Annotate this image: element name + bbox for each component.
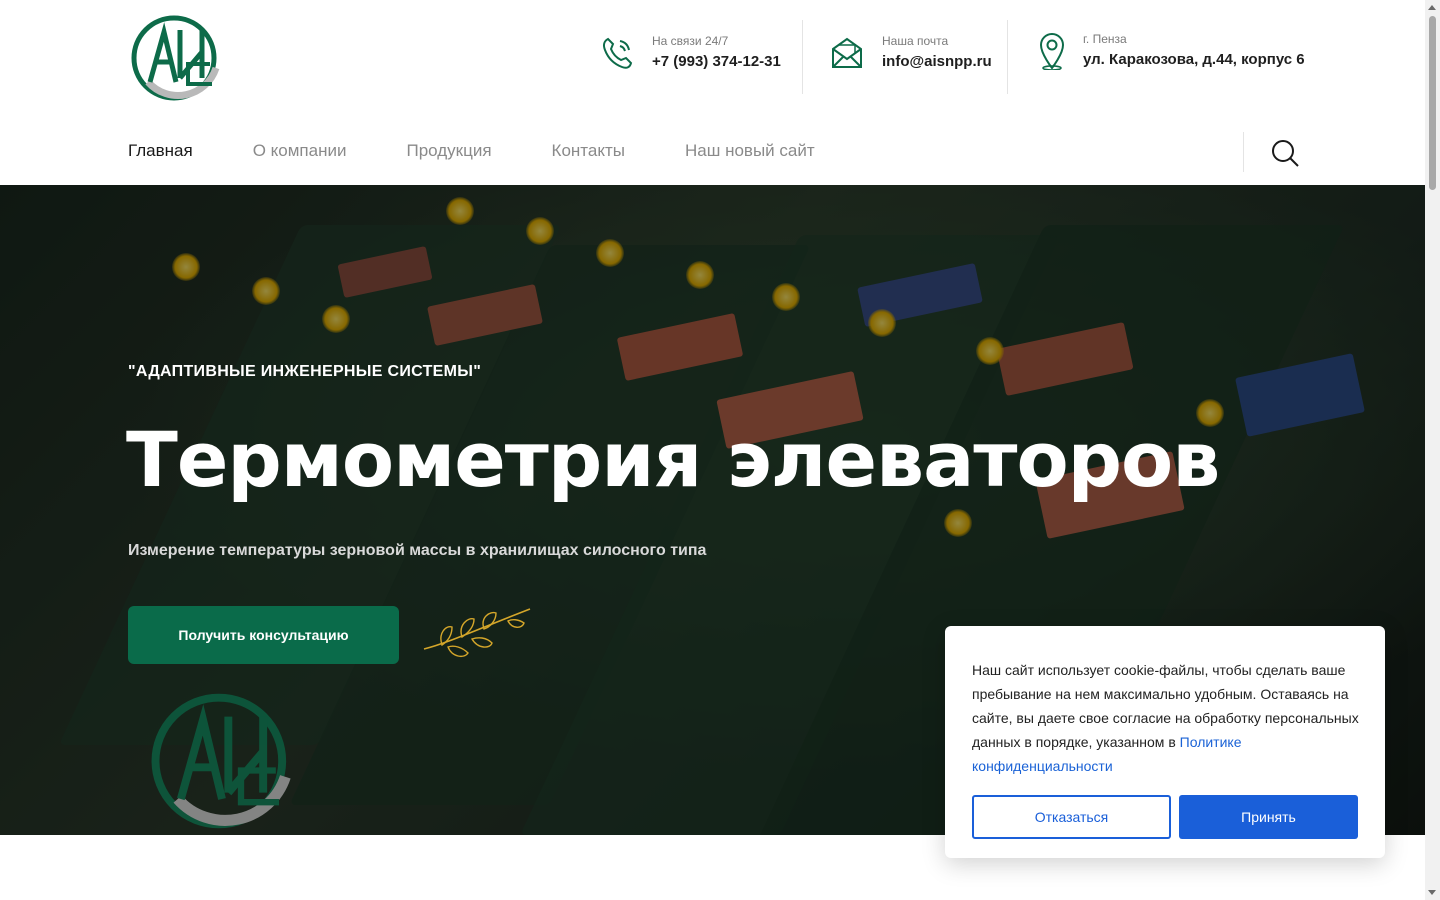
hero-subtitle: "АДАПТИВНЫЕ ИНЖЕНЕРНЫЕ СИСТЕМЫ" [128,363,482,380]
hero-description: Измерение температуры зерновой массы в х… [128,542,707,559]
page-scrollbar[interactable] [1425,0,1440,900]
phone-number[interactable]: +7 (993) 374-12-31 [652,52,781,72]
phone-icon [600,34,634,72]
nav-item-about[interactable]: О компании [253,140,347,162]
site-header: На связи 24/7 +7 (993) 374-12-31 Наша по… [0,0,1425,185]
hero-title: Термометрия элеваторов [126,415,1220,504]
scroll-down-icon[interactable] [1428,890,1436,895]
scrollbar-thumb[interactable] [1429,16,1436,190]
email-label: Наша почта [882,34,949,48]
city-label: г. Пенза [1083,32,1127,46]
phone-label: На связи 24/7 [652,34,729,48]
company-logo[interactable] [128,12,224,104]
divider [1007,20,1008,94]
email-contact[interactable]: Наша почта info@aisnpp.ru [830,34,992,72]
cookie-consent-banner: Наш сайт использует cookie-файлы, чтобы … [945,626,1385,858]
hero-watermark-logo [151,693,291,829]
phone-contact[interactable]: На связи 24/7 +7 (993) 374-12-31 [600,34,781,72]
nav-item-contacts[interactable]: Контакты [552,140,625,162]
street-address: ул. Каракозова, д.44, корпус 6 [1083,51,1305,68]
nav-item-home[interactable]: Главная [128,140,193,162]
decline-button[interactable]: Отказаться [972,795,1171,839]
main-nav: Главная О компании Продукция Контакты На… [128,140,875,162]
get-consultation-button[interactable]: Получить консультацию [128,606,399,664]
leaf-branch-icon [423,608,531,658]
location-pin-icon [1035,32,1069,70]
cookie-text: Наш сайт использует cookie-файлы, чтобы … [972,658,1364,778]
cookie-message: Наш сайт использует cookie-файлы, чтобы … [972,662,1359,750]
divider [1243,132,1244,172]
mail-icon [830,34,864,72]
search-icon[interactable] [1270,138,1300,168]
accept-button[interactable]: Принять [1179,795,1358,839]
nav-item-new-site[interactable]: Наш новый сайт [685,140,815,162]
email-address[interactable]: info@aisnpp.ru [882,52,992,72]
address-contact: г. Пенза ул. Каракозова, д.44, корпус 6 [1035,32,1305,70]
nav-item-products[interactable]: Продукция [406,140,491,162]
scroll-up-icon[interactable] [1428,5,1436,10]
divider [802,20,803,94]
